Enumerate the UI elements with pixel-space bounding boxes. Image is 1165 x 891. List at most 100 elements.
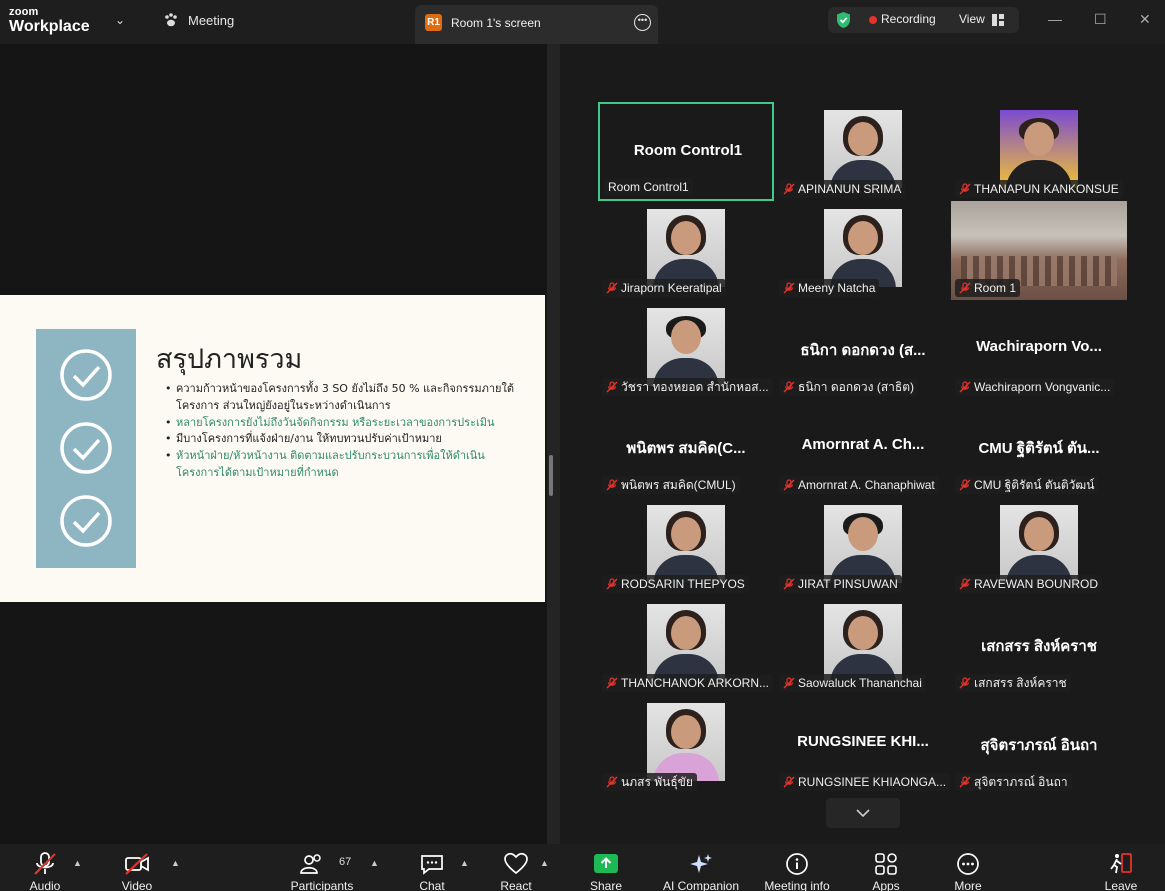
mic-off-icon bbox=[959, 677, 971, 689]
participant-name: Meeny Natcha bbox=[798, 281, 876, 295]
meeting-info-button[interactable]: Meeting info bbox=[760, 844, 834, 891]
chevron-down-icon bbox=[856, 808, 870, 817]
resize-handle[interactable] bbox=[549, 455, 553, 496]
participant-tile[interactable]: สุจิตราภรณ์ อินถา สุจิตราภรณ์ อินถา bbox=[951, 695, 1127, 794]
participant-name-tag: CMU ฐิติรัตน์ ตันติวัฒน์ bbox=[955, 476, 1099, 494]
audio-label: Audio bbox=[29, 879, 61, 891]
close-icon[interactable]: ✕ bbox=[1139, 11, 1151, 28]
mic-off-icon bbox=[959, 183, 971, 195]
video-label: Video bbox=[121, 879, 153, 891]
participant-name-tag: RUNGSINEE KHIAONGA... bbox=[779, 773, 951, 791]
audio-button[interactable]: Audio bbox=[20, 844, 70, 891]
slide-bullet: ความก้าวหน้าของโครงการทั้ง 3 SO ยังไม่ถึ… bbox=[165, 381, 526, 415]
maximize-icon[interactable]: ☐ bbox=[1094, 11, 1107, 28]
ai-companion-label: AI Companion bbox=[662, 879, 740, 891]
recording-label[interactable]: Recording bbox=[881, 12, 936, 26]
apps-label: Apps bbox=[872, 879, 900, 891]
recording-dot-icon bbox=[869, 16, 877, 24]
mic-off-icon bbox=[959, 282, 971, 294]
meeting-label: Meeting bbox=[188, 12, 235, 28]
video-button[interactable]: Video bbox=[112, 844, 162, 891]
participant-display-name: Room Control1 bbox=[633, 142, 743, 159]
avatar bbox=[647, 308, 725, 386]
participant-tile[interactable]: Wachiraporn Vo... Wachiraporn Vongvanic..… bbox=[951, 300, 1127, 399]
caret-up-icon[interactable]: ▲ bbox=[460, 858, 469, 868]
participant-name: Room 1 bbox=[974, 281, 1017, 295]
participant-tile[interactable]: Room Control1 Room Control1 bbox=[598, 102, 774, 201]
participant-tile[interactable]: THANCHANOK ARKORN... bbox=[598, 596, 774, 695]
participant-tile[interactable]: CMU ฐิติรัตน์ ตัน... CMU ฐิติรัตน์ ตันติว… bbox=[951, 398, 1127, 497]
participant-name-tag: วัชรา ทองหยอด สำนักหอส... bbox=[602, 378, 773, 396]
status-bar: Recording View bbox=[828, 7, 1019, 33]
participant-tile[interactable]: Saowaluck Thananchai bbox=[775, 596, 951, 695]
mic-off-icon bbox=[783, 578, 795, 590]
participant-display-name: สุจิตราภรณ์ อินถา bbox=[980, 737, 1098, 754]
caret-up-icon[interactable]: ▲ bbox=[540, 858, 549, 868]
mic-off-icon bbox=[959, 578, 971, 590]
participant-tile[interactable]: RODSARIN THEPYOS bbox=[598, 497, 774, 596]
participant-tile[interactable]: Room 1 bbox=[951, 201, 1127, 300]
minimize-icon[interactable]: — bbox=[1048, 11, 1062, 27]
react-button[interactable]: React bbox=[494, 844, 538, 891]
scroll-down-button[interactable] bbox=[826, 798, 900, 828]
mic-off-icon bbox=[606, 282, 618, 294]
caret-up-icon[interactable]: ▲ bbox=[73, 858, 82, 868]
mic-off-icon bbox=[783, 776, 795, 788]
heart-icon bbox=[504, 852, 528, 875]
participant-name-tag: RAVEWAN BOUNROD bbox=[955, 575, 1103, 593]
mic-off-icon bbox=[606, 776, 618, 788]
participant-tile[interactable]: Meeny Natcha bbox=[775, 201, 951, 300]
participant-tile[interactable]: ธนิกา ดอกดวง (ส... ธนิกา ดอกดวง (สาธิต) bbox=[775, 300, 951, 399]
participant-name: Amornrat A. Chanaphiwat bbox=[798, 478, 935, 492]
participant-tile[interactable]: นภสร พันธุ์ขัย bbox=[598, 695, 774, 794]
participant-tile[interactable]: วัชรา ทองหยอด สำนักหอส... bbox=[598, 300, 774, 399]
participant-name: Room Control1 bbox=[608, 180, 689, 194]
participant-name-tag: Meeny Natcha bbox=[779, 279, 880, 297]
info-icon bbox=[786, 853, 808, 875]
caret-up-icon[interactable]: ▲ bbox=[171, 858, 180, 868]
mic-off-icon bbox=[606, 479, 618, 491]
participant-display-name: Wachiraporn Vo... bbox=[976, 338, 1102, 355]
leave-button[interactable]: Leave bbox=[1100, 844, 1142, 891]
view-button[interactable]: View bbox=[959, 12, 985, 26]
participant-tile[interactable]: JIRAT PINSUWAN bbox=[775, 497, 951, 596]
check-circle-icon bbox=[60, 349, 112, 401]
participant-name: Wachiraporn Vongvanic... bbox=[974, 380, 1111, 394]
participants-label: Participants bbox=[290, 879, 354, 891]
mic-off-icon bbox=[783, 183, 795, 195]
participant-name: APINANUN SRIMA bbox=[798, 182, 902, 196]
room-badge: R1 bbox=[425, 14, 442, 31]
participant-tile[interactable]: Amornrat A. Ch... Amornrat A. Chanaphiwat bbox=[775, 398, 951, 497]
participant-tile[interactable]: APINANUN SRIMA bbox=[775, 102, 951, 201]
tab-room-screen[interactable]: R1 Room 1's screen ••• bbox=[415, 5, 658, 44]
meeting-tab[interactable]: Meeting bbox=[163, 12, 234, 28]
ai-companion-button[interactable]: AI Companion bbox=[660, 844, 742, 891]
share-label: Share bbox=[589, 879, 623, 891]
participant-tile[interactable]: พนิตพร สมคิด(C... พนิตพร สมคิด(CMUL) bbox=[598, 398, 774, 497]
participant-tile[interactable]: THANAPUN KANKONSUE bbox=[951, 102, 1127, 201]
chat-button[interactable]: Chat bbox=[410, 844, 454, 891]
apps-button[interactable]: Apps bbox=[864, 844, 908, 891]
participant-name: สุจิตราภรณ์ อินถา bbox=[974, 775, 1068, 789]
chevron-down-icon[interactable]: ⌄ bbox=[115, 13, 125, 27]
share-button[interactable]: Share bbox=[584, 844, 628, 891]
participant-tile[interactable]: RAVEWAN BOUNROD bbox=[951, 497, 1127, 596]
participant-tile[interactable]: เสกสรร สิงห์คราช เสกสรร สิงห์คราช bbox=[951, 596, 1127, 695]
more-button[interactable]: More bbox=[946, 844, 990, 891]
caret-up-icon[interactable]: ▲ bbox=[370, 858, 379, 868]
grid-view-icon[interactable] bbox=[992, 14, 1004, 26]
leave-label: Leave bbox=[1104, 879, 1138, 891]
avatar bbox=[824, 604, 902, 682]
participant-name-tag: พนิตพร สมคิด(CMUL) bbox=[602, 476, 740, 494]
participant-name: Jiraporn Keeratipal bbox=[621, 281, 722, 295]
more-options-icon[interactable]: ••• bbox=[634, 14, 651, 31]
participant-tile[interactable]: RUNGSINEE KHI... RUNGSINEE KHIAONGA... bbox=[775, 695, 951, 794]
more-icon bbox=[957, 853, 979, 875]
avatar bbox=[824, 505, 902, 583]
sparkle-icon bbox=[690, 854, 712, 873]
participant-name-tag: Jiraporn Keeratipal bbox=[602, 279, 726, 297]
share-screen-icon bbox=[594, 854, 618, 873]
shield-check-icon[interactable] bbox=[835, 11, 852, 29]
participant-tile[interactable]: Jiraporn Keeratipal bbox=[598, 201, 774, 300]
mic-off-icon bbox=[34, 852, 56, 875]
